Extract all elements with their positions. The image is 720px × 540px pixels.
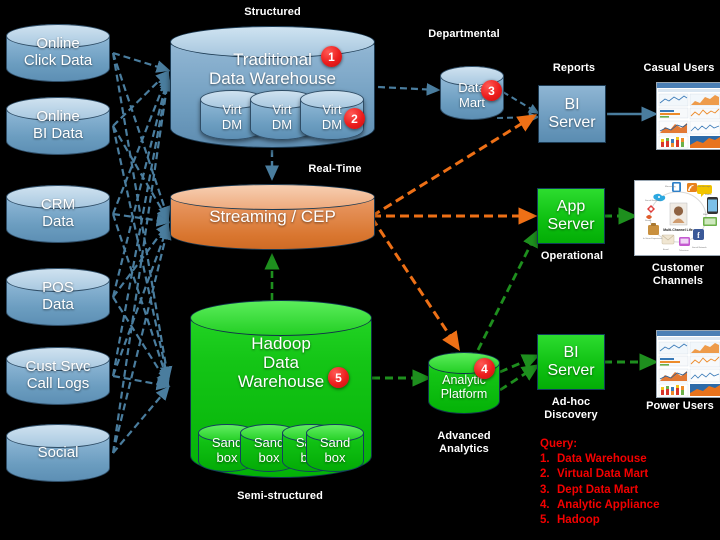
svg-text:f: f <box>697 231 700 240</box>
cylinder-top <box>170 26 375 58</box>
advanced-analytics-line1: Advanced <box>437 430 491 442</box>
dashboard-chart-image <box>657 331 720 397</box>
bi-server-adhoc[interactable]: BI Server <box>537 334 605 390</box>
power-users-caption: Power Users <box>646 400 714 412</box>
source-cylinder[interactable]: POS Data <box>6 268 110 326</box>
legend-text: Virtual Data Mart <box>557 468 649 481</box>
svg-text:Social Network: Social Network <box>692 246 707 249</box>
svg-text:In-Store Experience: In-Store Experience <box>643 237 663 240</box>
cylinder-top <box>6 424 110 448</box>
multi-channel-life-image: Multi-Channel Life f Social Networks Sto… <box>635 181 720 255</box>
source-cylinder[interactable]: Social <box>6 424 110 482</box>
customer-channels-line2: Channels <box>652 274 704 287</box>
legend-number: 4. <box>540 498 550 511</box>
operational-caption: Operational <box>540 250 604 262</box>
customer-channels-thumbnail[interactable]: Multi-Channel Life f Social Networks Sto… <box>634 180 720 256</box>
structured-caption: Structured <box>244 6 301 18</box>
source-cylinder[interactable]: Online BI Data <box>6 97 110 155</box>
app-server-line2: Server <box>547 216 595 233</box>
legend-item: 2. Virtual Data Mart <box>540 467 659 482</box>
advanced-analytics-line2: Analytics <box>439 442 489 455</box>
app-server-line1: App <box>556 198 586 216</box>
bi-server-reports[interactable]: BI Server <box>538 85 606 143</box>
semi-structured-caption: Semi-structured <box>237 490 323 502</box>
source-cylinder[interactable]: Online Click Data <box>6 24 110 82</box>
reports-caption: Reports <box>552 62 596 74</box>
legend-number: 5. <box>540 513 550 526</box>
svg-text:Stores: Stores <box>645 219 652 222</box>
badge-1: 1 <box>321 46 342 67</box>
query-legend: Query: 1. Data Warehouse 2. Virtual Data… <box>540 437 659 528</box>
legend-item: 5. Hadoop <box>540 513 659 528</box>
badge-2: 2 <box>344 108 365 129</box>
bi-server-line2: Server <box>548 114 596 131</box>
legend-number: 2. <box>540 468 550 481</box>
source-cylinder[interactable]: Cust Srvc Call Logs <box>6 347 110 405</box>
advanced-analytics-caption: Advanced Analytics <box>418 430 510 455</box>
svg-text:Television: Television <box>679 250 689 252</box>
casual-users-dashboard-thumbnail[interactable] <box>656 82 720 150</box>
streaming-cep[interactable]: Streaming / CEP <box>170 184 375 250</box>
svg-text:Micrositing: Micrositing <box>665 185 676 188</box>
bi-server-line1: BI <box>564 96 580 114</box>
adhoc-line1: Ad-hoc <box>551 396 591 408</box>
casual-users-caption: Casual Users <box>643 62 715 74</box>
sandbox[interactable]: Sand box <box>306 424 364 472</box>
cylinder-top <box>6 97 110 121</box>
legend-text: Dept Data Mart <box>557 483 639 496</box>
svg-text:Web: Web <box>703 214 708 216</box>
adhoc-discovery-caption: Ad-hoc Discovery <box>532 396 610 421</box>
legend-text: Hadoop <box>557 513 600 526</box>
svg-text:Social Networks: Social Networks <box>645 199 662 202</box>
cylinder-top <box>190 300 372 336</box>
dashboard-chart-image <box>657 83 720 149</box>
legend-item: 1. Data Warehouse <box>540 452 659 467</box>
architecture-diagram: Online Click Data Online BI Data CRM Dat… <box>0 0 720 540</box>
badge-5: 5 <box>328 367 349 388</box>
cylinder-top <box>300 90 364 109</box>
svg-text:Email: Email <box>663 249 669 251</box>
cylinder-top <box>306 424 364 442</box>
legend-text: Data Warehouse <box>557 453 647 466</box>
svg-text:Text Message: Text Message <box>697 185 711 188</box>
adhoc-line2: Discovery <box>544 408 598 421</box>
source-cylinder[interactable]: CRM Data <box>6 185 110 243</box>
cylinder-top <box>6 185 110 209</box>
legend-item: 3. Dept Data Mart <box>540 483 659 498</box>
departmental-caption: Departmental <box>428 28 500 40</box>
app-server[interactable]: App Server <box>537 188 605 244</box>
cylinder-top <box>6 268 110 292</box>
bi-server-line1: BI <box>563 344 579 362</box>
customer-channels-caption: Customer Channels <box>636 262 720 287</box>
legend-text: Analytic Appliance <box>557 498 660 511</box>
power-users-dashboard-thumbnail[interactable] <box>656 330 720 398</box>
badge-3: 3 <box>481 80 502 101</box>
real-time-caption: Real-Time <box>308 163 362 175</box>
cylinder-top <box>6 347 110 371</box>
legend-title: Query: <box>540 438 578 450</box>
legend-number: 1. <box>540 453 550 466</box>
bi-server-line2: Server <box>547 362 595 379</box>
cylinder-top <box>170 184 375 210</box>
legend-item: 4. Analytic Appliance <box>540 498 659 513</box>
cylinder-top <box>6 24 110 48</box>
customer-channels-line1: Customer <box>651 262 705 274</box>
legend-number: 3. <box>540 483 550 496</box>
svg-text:Mobile: Mobile <box>705 194 712 196</box>
badge-4: 4 <box>474 358 495 379</box>
